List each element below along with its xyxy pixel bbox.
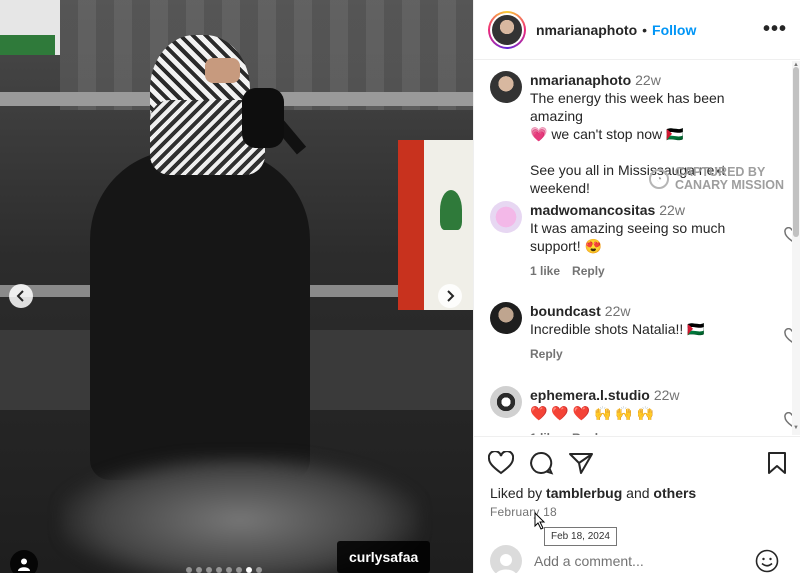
comment-meta: 1 like Reply	[530, 262, 780, 280]
save-button[interactable]	[767, 451, 787, 475]
watermark-line-2: CANARY MISSION	[675, 178, 785, 192]
comment-text: 💗 we can't stop now 🇵🇸	[530, 126, 684, 142]
author-avatar[interactable]	[488, 10, 526, 49]
chevron-left-icon	[16, 290, 24, 302]
comments-scrollbar[interactable]	[792, 61, 800, 435]
carousel-dot	[206, 567, 212, 573]
comment-text: The energy this week has been amazing	[530, 90, 725, 124]
post-actions: Liked by tamblerbug and others February …	[474, 436, 800, 573]
emoji-icon[interactable]	[755, 549, 779, 573]
author-avatar-image	[492, 14, 522, 45]
photo-lebanese-flag	[398, 140, 473, 310]
comment-text: support! 😍	[530, 238, 602, 254]
liked-by-and: and	[626, 485, 650, 501]
add-comment-bar	[474, 545, 800, 573]
comment-text	[530, 143, 780, 161]
more-options-icon[interactable]: •••	[763, 19, 787, 39]
reply-button[interactable]: Reply	[572, 264, 605, 278]
comment-timestamp[interactable]: 22w	[654, 387, 680, 403]
action-buttons	[488, 451, 594, 475]
comment-timestamp[interactable]: 22w	[635, 72, 661, 88]
current-user-avatar	[490, 545, 522, 573]
date-tooltip: Feb 18, 2024	[544, 527, 617, 546]
carousel-dot	[196, 567, 202, 573]
commenter-username[interactable]: boundcast	[530, 303, 601, 319]
carousel-next-button[interactable]	[438, 284, 462, 308]
post-date[interactable]: February 18	[490, 505, 557, 519]
photo-user-tag[interactable]: curlysafaa	[337, 541, 431, 573]
post-photo[interactable]: curlysafaa	[0, 0, 473, 573]
reply-button[interactable]: Reply	[572, 431, 605, 435]
likes-summary: Liked by tamblerbug and others	[490, 485, 696, 501]
default-avatar-icon	[496, 554, 516, 573]
carousel-dot	[246, 567, 252, 573]
comment-item: boundcast 22w Incredible shots Natalia!! 🇵…	[490, 302, 800, 363]
commenter-avatar[interactable]	[490, 386, 522, 418]
carousel-dot	[186, 567, 192, 573]
post-header: nmarianaphoto • Follow •••	[474, 0, 800, 60]
comment-timestamp[interactable]: 22w	[605, 303, 631, 319]
comment-timestamp[interactable]: 22w	[659, 202, 685, 218]
header-separator: •	[642, 21, 648, 38]
comment-likes-count[interactable]: 1 like	[530, 264, 560, 278]
follow-button[interactable]: Follow	[652, 22, 696, 38]
carousel-indicator	[186, 567, 262, 573]
comment-text: ❤️ ❤️ ❤️ 🙌 🙌 🙌	[530, 405, 655, 421]
heart-icon[interactable]	[488, 451, 514, 475]
commenter-username[interactable]: ephemera.l.studio	[530, 387, 650, 403]
carousel-dot	[236, 567, 242, 573]
liked-by-prefix: Liked by	[490, 485, 543, 501]
scroll-down-arrow-icon[interactable]: ▼	[793, 425, 799, 431]
watermark: ◔ CAPTURED BY CANARY MISSION	[649, 166, 784, 192]
comment-text: Incredible shots Natalia!! 🇵🇸	[530, 321, 705, 337]
bookmark-icon	[768, 452, 786, 474]
comment-item: madwomancositas 22w It was amazing seeing …	[490, 201, 800, 280]
scroll-up-arrow-icon[interactable]: ▲	[793, 62, 799, 68]
carousel-dot	[226, 567, 232, 573]
comment-likes-count[interactable]: 1 like	[530, 431, 560, 435]
photo-speaker-face	[205, 58, 240, 83]
post-details-panel: nmarianaphoto • Follow ••• nmarianaphoto…	[473, 0, 800, 573]
commenter-username[interactable]: nmarianaphoto	[530, 72, 631, 88]
share-icon[interactable]	[568, 451, 594, 475]
photo-speaker-hand	[242, 88, 284, 148]
canary-logo-icon: ◔	[649, 169, 669, 189]
carousel-prev-button[interactable]	[9, 284, 33, 308]
scrollbar-thumb[interactable]	[793, 67, 799, 237]
comment-text: It was amazing seeing so much	[530, 220, 726, 236]
comment-meta: Reply	[530, 345, 780, 363]
reply-button[interactable]: Reply	[530, 347, 563, 361]
liked-by-user[interactable]: tamblerbug	[546, 485, 622, 501]
author-username[interactable]: nmarianaphoto	[536, 22, 637, 38]
chevron-right-icon	[447, 290, 455, 302]
comment-input[interactable]	[534, 553, 734, 569]
user-tag-icon	[18, 558, 30, 571]
comment-item: ephemera.l.studio22w ❤️ ❤️ ❤️ 🙌 🙌 🙌 1 like…	[490, 386, 800, 435]
photo-background-flag-stripe	[0, 35, 55, 55]
tagged-users-button[interactable]	[10, 550, 38, 573]
comment-meta: 1 like Reply	[530, 429, 780, 435]
commenter-avatar[interactable]	[490, 201, 522, 233]
photo-speaker-coat	[90, 150, 310, 480]
commenter-username[interactable]: madwomancositas	[530, 202, 655, 218]
commenter-avatar[interactable]	[490, 302, 522, 334]
commenter-avatar[interactable]	[490, 71, 522, 103]
liked-by-others[interactable]: others	[653, 485, 696, 501]
comments-list[interactable]: nmarianaphoto 22w The energy this week has…	[474, 61, 800, 435]
comment-icon[interactable]	[528, 451, 554, 475]
photo-flag-cedar	[440, 190, 462, 230]
carousel-dot	[216, 567, 222, 573]
carousel-dot	[256, 567, 262, 573]
